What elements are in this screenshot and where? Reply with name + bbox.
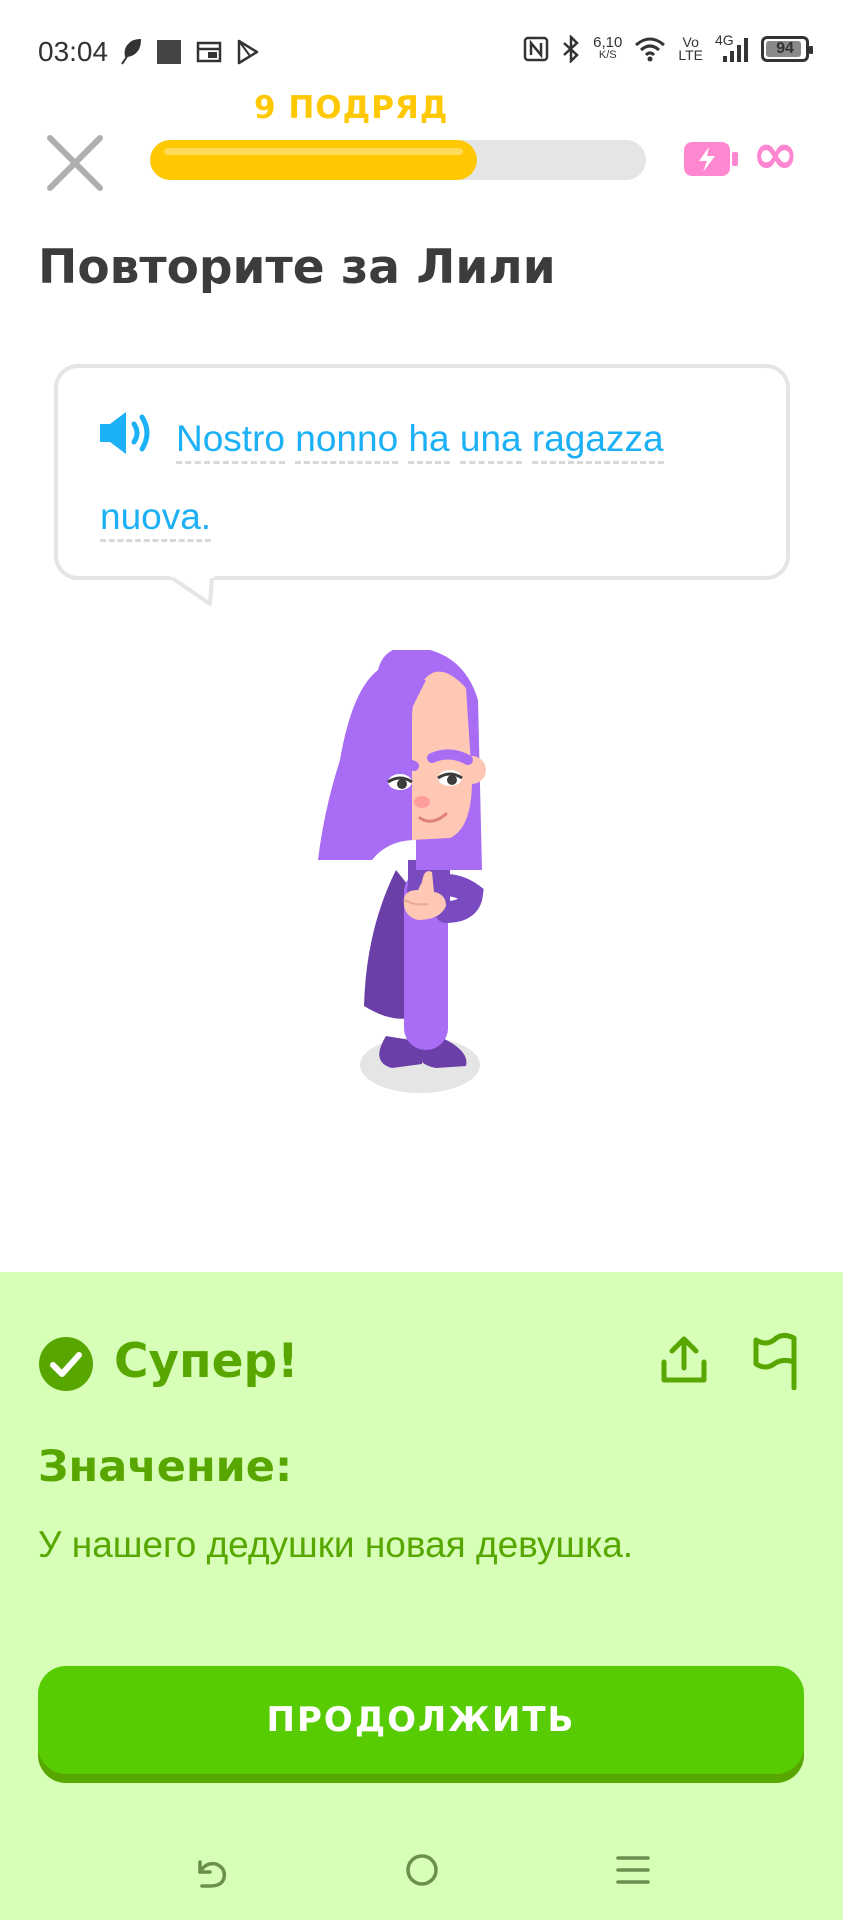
volte-indicator: Vo LTE [678, 34, 703, 63]
status-right-icons: 6,10 K/S Vo LTE 4G 94 [523, 33, 813, 64]
sentence-word[interactable]: una [459, 418, 522, 464]
status-time: 03:04 [38, 36, 109, 67]
sentence-word[interactable]: Nostro [176, 418, 285, 464]
close-icon[interactable] [44, 132, 106, 194]
battery-icon: 94 [761, 36, 813, 62]
lily-character-illustration [318, 650, 486, 1093]
sentence-word[interactable]: ha [408, 418, 450, 464]
play-store-icon [237, 39, 259, 65]
wifi-icon [635, 37, 666, 62]
check-circle-icon [39, 1337, 93, 1391]
speech-bubble-tail [170, 576, 214, 606]
sentence-word[interactable]: ragazza [531, 418, 664, 464]
meaning-label: Значение: [38, 1442, 293, 1492]
meaning-translation: У нашего дедушки новая девушка. [38, 1524, 634, 1565]
report-flag-icon[interactable] [752, 1332, 802, 1390]
exercise-title: Повторите за Лили [38, 240, 556, 295]
net-speed: 6,10 K/S [593, 34, 623, 61]
nfc-icon [523, 36, 549, 62]
result-label: Супер! [114, 1334, 299, 1389]
share-icon[interactable] [658, 1334, 710, 1386]
lesson-progress-bar [150, 140, 646, 180]
energy-battery-icon[interactable] [682, 138, 740, 180]
sentence-word[interactable]: nuova. [100, 496, 212, 542]
window-icon [196, 41, 222, 63]
sentence-word[interactable]: nonno [295, 418, 399, 464]
continue-button[interactable]: ПРОДОЛЖИТЬ [38, 1666, 804, 1774]
lesson-progress-fill [150, 140, 478, 180]
nav-back-icon[interactable] [192, 1852, 232, 1892]
signal-indicator: 4G [715, 33, 749, 64]
infinite-hearts-label: ∞ [752, 122, 799, 187]
nav-menu-icon[interactable] [614, 1850, 652, 1890]
square-icon [157, 40, 181, 64]
sentence-text: Nostro nonno ha una ragazza nuova. [100, 400, 760, 556]
feather-icon [121, 38, 142, 65]
signal-icon [723, 38, 748, 62]
continue-button-label: ПРОДОЛЖИТЬ [266, 1700, 576, 1740]
bluetooth-icon [563, 35, 579, 63]
nav-home-icon[interactable] [402, 1850, 442, 1890]
status-left-icons [118, 38, 260, 66]
status-bar: 03:04 6,10 K/S Vo LTE 4G 94 [0, 0, 843, 100]
streak-label: 9 ПОДРЯД [254, 90, 449, 126]
